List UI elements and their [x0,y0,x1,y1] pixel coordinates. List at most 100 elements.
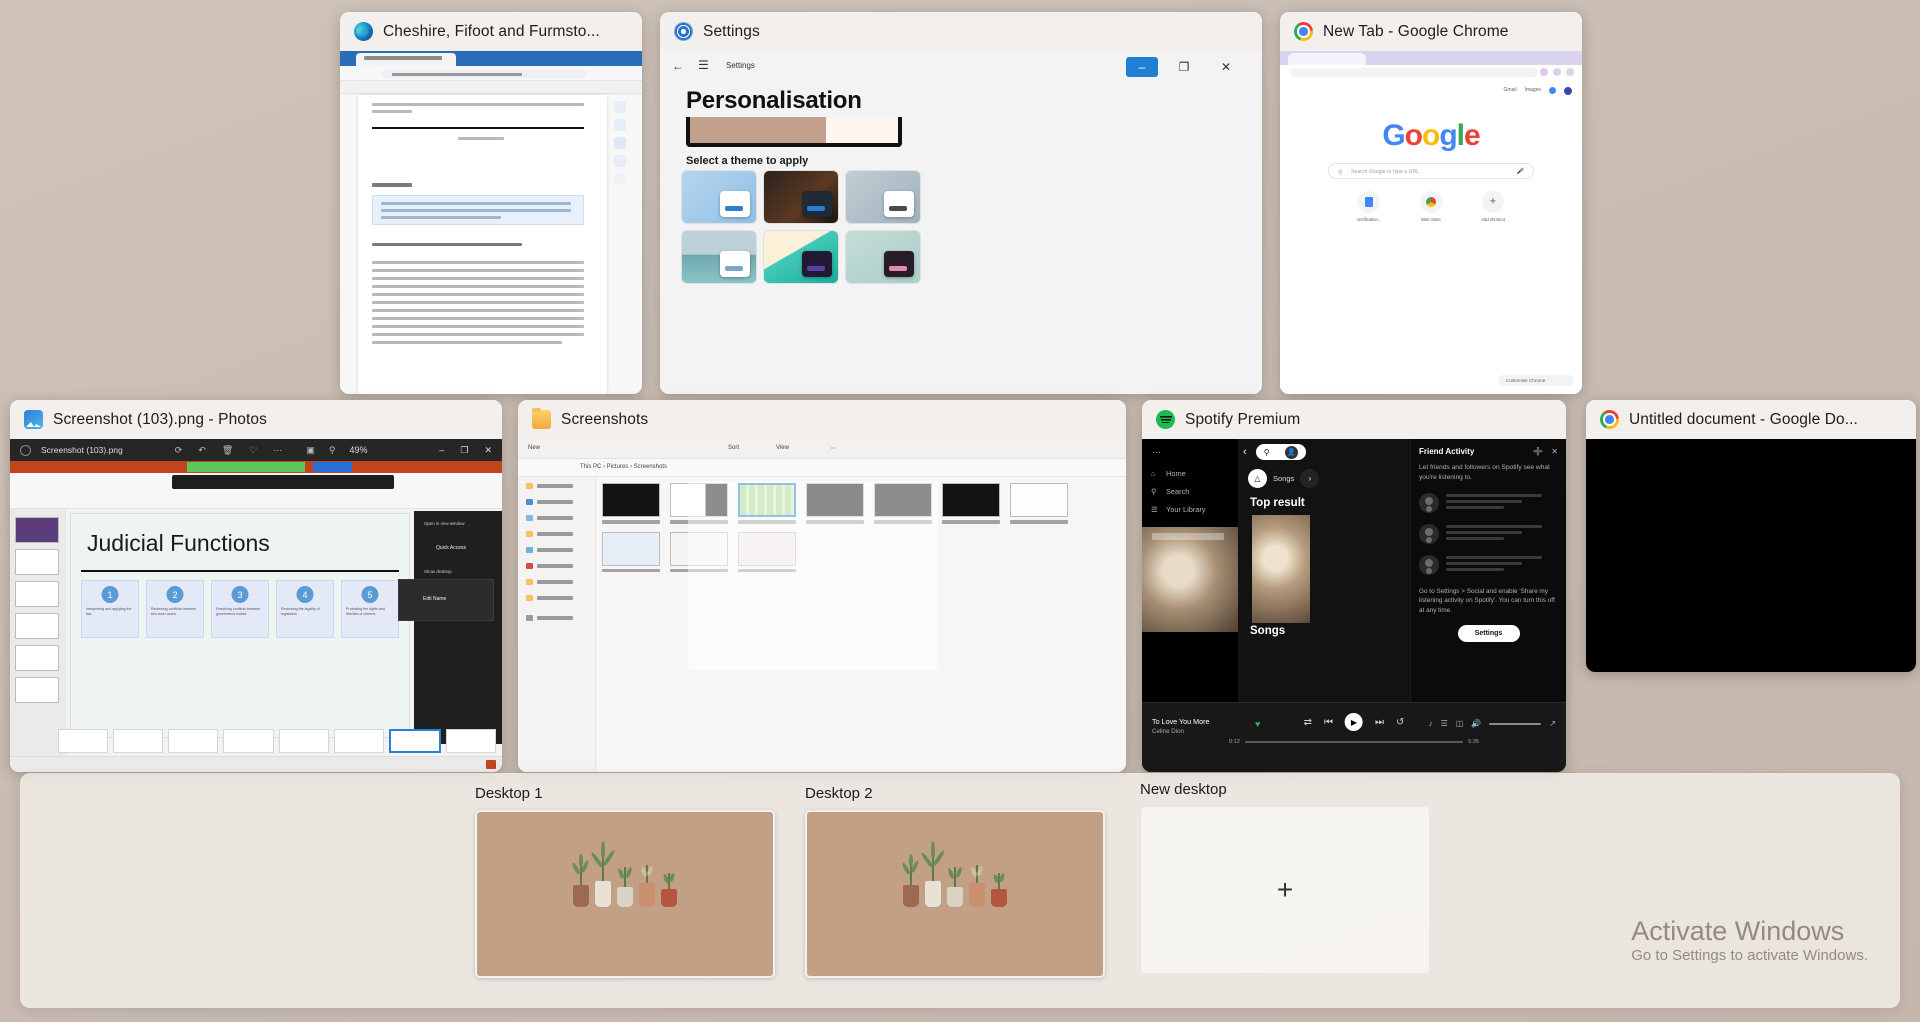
chrome-images-link[interactable]: Images [1525,87,1541,95]
sidebar-item-home[interactable]: ⌂ Home [1151,469,1186,478]
file-item[interactable] [1010,483,1068,524]
context-menu-item-1[interactable]: Quick Access [436,545,466,551]
nav-item-videos[interactable] [526,579,573,585]
photos-filmstrip[interactable] [58,726,496,756]
chrome-shortcut-0[interactable]: certification... [1351,191,1387,222]
window-preview-chrome[interactable]: Gmail Images Google ⚲ Search Google or t… [1280,51,1582,394]
window-card-spotify[interactable]: Spotify Premium ⋯ ⌂ Home ⚲ Search ☰ Your… [1142,400,1566,772]
next-button[interactable]: ⏭ [1375,717,1384,728]
filmstrip-item[interactable] [223,729,274,753]
filmstrip-item[interactable] [278,729,329,753]
filmstrip-item[interactable] [113,729,164,753]
zoom-icon[interactable]: ⚲ [329,445,336,456]
window-preview-spotify[interactable]: ⋯ ⌂ Home ⚲ Search ☰ Your Library ‹ ⚲ 👤 △… [1142,439,1566,772]
explorer-new-button[interactable]: New [528,445,540,451]
spotify-filter-chips[interactable]: △ Songs › [1248,469,1320,488]
filmstrip-item[interactable] [168,729,219,753]
context-submenu[interactable]: Edit Name [398,579,494,621]
friend-activity-close-icon[interactable]: ✕ [1551,447,1558,456]
file-item[interactable] [602,531,660,573]
filmstrip-item[interactable] [58,729,109,753]
play-button[interactable]: ▶ [1345,713,1363,731]
theme-option-3[interactable] [682,231,756,283]
window-titlebar-docs[interactable]: Untitled document - Google Do... [1586,400,1916,439]
window-preview-settings[interactable]: ← ☰ Settings – ❐ ✕ Personalisation Selec… [660,51,1262,394]
filmstrip-item[interactable] [445,729,496,753]
lyrics-icon[interactable]: ♪ [1429,719,1433,728]
chrome-gmail-link[interactable]: Gmail [1504,87,1517,95]
context-menu-item-2[interactable]: Show desktop [424,569,452,574]
spotify-player-bar[interactable]: To Love You More Celine Dion ♥ ⇄ ⏮ ▶ ⏭ ↺… [1142,702,1566,772]
close-button-photos[interactable]: ✕ [484,445,492,456]
spotify-back-button[interactable]: ‹ [1243,446,1247,458]
chrome-avatar[interactable] [1564,87,1572,95]
desktop-thumbnail-2[interactable] [805,810,1105,978]
profile-icon[interactable]: 👤 [1285,445,1299,459]
minimize-button[interactable]: – [1126,57,1158,77]
filter-chip-songs-label[interactable]: Songs [1273,474,1294,483]
hamburger-icon[interactable]: ☰ [698,58,709,72]
context-menu-item-0[interactable]: Open in new window [424,521,465,526]
chrome-search-box[interactable]: ⚲ Search Google or type a URL 🎤 [1328,163,1534,179]
sidebar-item-search[interactable]: ⚲ Search [1151,487,1189,496]
file-item[interactable] [602,483,660,524]
rotate-icon[interactable]: ⟳ [175,445,183,456]
spotify-search-pill[interactable]: ⚲ 👤 [1256,444,1306,460]
friend-activity-settings-button[interactable]: Settings [1457,624,1520,642]
theme-option-4[interactable] [764,231,838,283]
desktop-thumbnail-1[interactable] [475,810,775,978]
more-icon[interactable]: ⋯ [273,445,282,456]
top-result-card[interactable]: To Lo... Celine Dion SONG [1252,515,1310,623]
theme-option-1[interactable] [764,171,838,223]
explorer-breadcrumb-bar[interactable]: This PC › Pictures › Screenshots [518,459,1126,477]
explorer-view-button[interactable]: View [776,445,789,451]
window-titlebar-edge[interactable]: Cheshire, Fifoot and Furmsto... [340,12,642,51]
theme-option-0[interactable] [682,171,756,223]
context-menu-item-3[interactable]: Edit Name [423,596,446,602]
desktop-item-2[interactable]: Desktop 2 [805,785,1105,978]
window-titlebar-chrome[interactable]: New Tab - Google Chrome [1280,12,1582,51]
previous-button[interactable]: ⏮ [1324,717,1333,728]
window-titlebar-spotify[interactable]: Spotify Premium [1142,400,1566,439]
explorer-nav-pane[interactable] [518,477,596,772]
explorer-sort-button[interactable]: Sort [728,445,739,451]
close-button[interactable]: ✕ [1210,57,1242,77]
favourite-icon[interactable]: ♡ [249,445,257,456]
sidebar-item-library[interactable]: ☰ Your Library [1151,505,1206,514]
spotify-sidebar[interactable]: ⋯ ⌂ Home ⚲ Search ☰ Your Library [1142,439,1238,702]
window-preview-docs[interactable] [1586,439,1916,672]
maximize-button-photos[interactable]: ❐ [460,445,468,456]
explorer-more-icon[interactable]: ⋯ [830,445,836,452]
chrome-apps-icon[interactable] [1549,87,1556,94]
theme-option-5[interactable] [846,231,920,283]
window-titlebar-photos[interactable]: Screenshot (103).png - Photos [10,400,502,439]
delete-icon[interactable]: 🗑 [222,445,233,456]
shuffle-button[interactable]: ⇄ [1304,717,1312,728]
repeat-button[interactable]: ↺ [1396,717,1404,728]
seek-bar[interactable]: 0:12 5:35 [1229,739,1479,745]
undo-icon[interactable]: ↶ [198,445,206,456]
window-card-settings[interactable]: Settings ← ☰ Settings – ❐ ✕ Personalisat… [660,12,1262,394]
window-preview-edge[interactable] [340,51,642,394]
player-controls[interactable]: ⇄ ⏮ ▶ ⏭ ↺ [1304,713,1404,731]
window-preview-explorer[interactable]: New Sort View ⋯ This PC › Pictures › Scr… [518,439,1126,772]
back-arrow-icon[interactable]: ← [672,59,684,73]
window-titlebar-settings[interactable]: Settings [660,12,1262,51]
spotify-more-icon[interactable]: ⋯ [1152,447,1161,458]
context-menu[interactable]: Open in new window Quick Access Show des… [414,511,502,744]
nav-item-network[interactable] [526,615,573,621]
mic-icon[interactable]: 🎤 [1517,168,1524,175]
minimize-button-photos[interactable]: – [439,445,444,456]
volume-slider[interactable] [1489,722,1542,725]
window-preview-photos[interactable]: Screenshot (103).png ⟳ ↶ 🗑 ♡ ⋯ ▣ ⚲ 49% –… [10,439,502,772]
photos-back-icon[interactable] [20,444,31,456]
window-card-explorer[interactable]: Screenshots New Sort View ⋯ This PC › Pi… [518,400,1126,772]
file-item[interactable] [942,483,1000,524]
volume-icon[interactable]: 🔊 [1471,719,1481,728]
devices-icon[interactable]: ◫ [1456,719,1464,728]
window-card-edge[interactable]: Cheshire, Fifoot and Furmsto... [340,12,642,394]
fullscreen-icon[interactable]: ↗ [1549,719,1556,728]
filmstrip-item[interactable] [333,729,384,753]
player-right-controls[interactable]: ♪ ☰ ◫ 🔊 ↗ [1429,719,1556,728]
desktop-item-1[interactable]: Desktop 1 [475,785,775,978]
